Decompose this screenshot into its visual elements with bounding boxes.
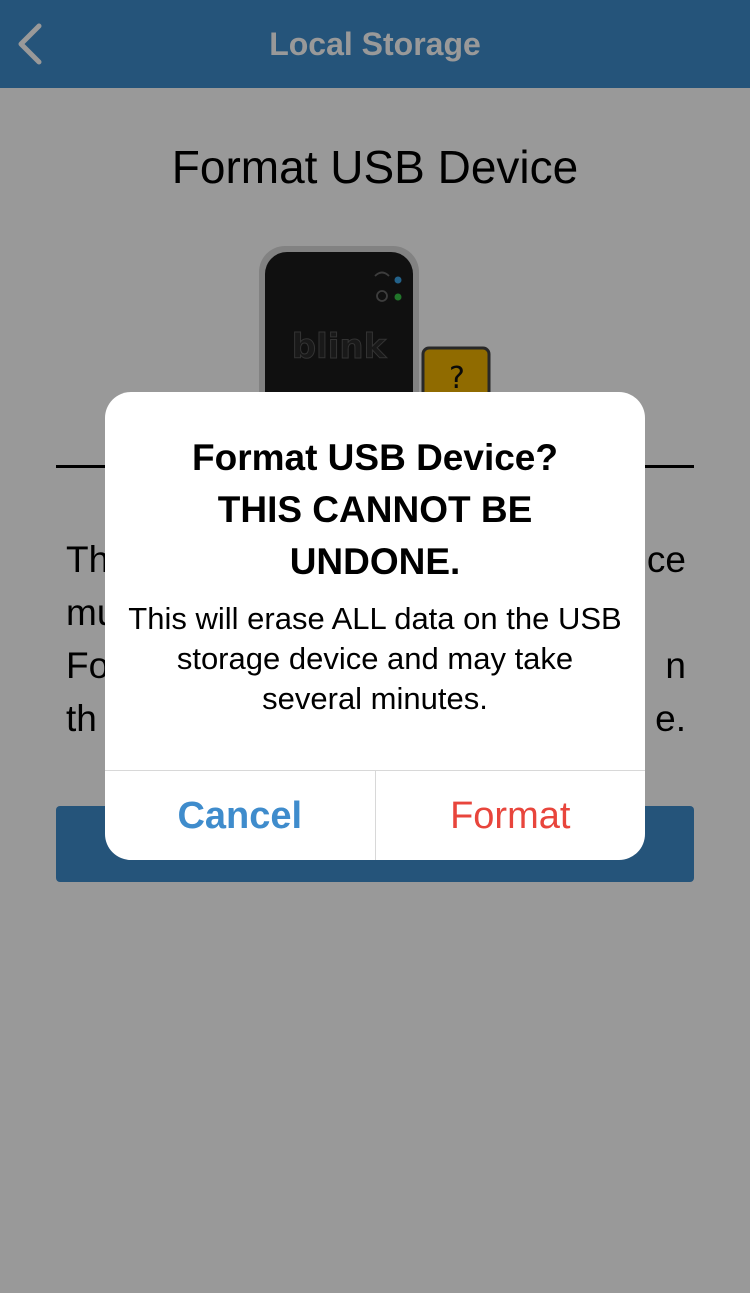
dialog-message: This will erase ALL data on the USB stor… <box>128 601 622 716</box>
dialog-title-line: THIS CANNOT BE <box>217 489 533 530</box>
dialog-actions: Cancel Format <box>105 770 645 860</box>
cancel-button[interactable]: Cancel <box>105 771 376 860</box>
confirm-format-button[interactable]: Format <box>376 771 646 860</box>
dialog-title-line: Format USB Device? <box>192 437 558 478</box>
dialog-title-line: UNDONE. <box>289 541 461 582</box>
format-confirm-dialog: Format USB Device? THIS CANNOT BE UNDONE… <box>105 392 645 860</box>
dialog-title: Format USB Device? THIS CANNOT BE UNDONE… <box>125 432 625 588</box>
